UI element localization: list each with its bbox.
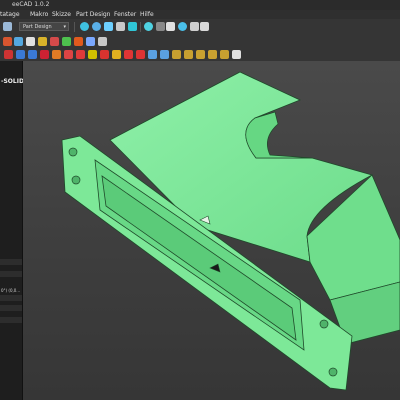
stereo-icon[interactable] (166, 22, 175, 31)
view-dropdown-icon[interactable] (116, 22, 125, 31)
sketch-icon[interactable] (4, 50, 13, 59)
3d-model[interactable] (23, 61, 400, 400)
part-toolbar (0, 34, 400, 49)
placement-value: 0°) (0,0... (1, 288, 21, 293)
model-cutout (245, 111, 313, 159)
mirror-icon[interactable] (220, 50, 229, 59)
revolution-icon[interactable] (100, 50, 109, 59)
combo-view-panel (0, 61, 23, 400)
new-body-icon[interactable] (3, 37, 12, 46)
property-row[interactable] (0, 305, 22, 311)
draw-style-icon[interactable] (144, 22, 153, 31)
workbench-selector-value: Part Design (23, 24, 52, 30)
hole-icon[interactable] (148, 50, 157, 59)
thickness-icon[interactable] (208, 50, 217, 59)
mount-hole-top-left (68, 147, 78, 157)
menu-item-help[interactable]: Hilfe (140, 10, 154, 19)
toolbar-separator (140, 22, 141, 32)
clone-icon[interactable] (76, 50, 85, 59)
menu-item-sketch[interactable]: Skizze (52, 10, 71, 19)
link-blue-icon[interactable] (86, 37, 95, 46)
property-row[interactable] (0, 317, 22, 323)
link-icon[interactable] (50, 37, 59, 46)
link-green-icon[interactable] (62, 37, 71, 46)
toolbar-separator (74, 22, 75, 32)
mount-hole-top-right (319, 319, 329, 329)
title-bar: eeCAD 1.0.2 (0, 0, 400, 10)
shape-binder-icon[interactable] (64, 50, 73, 59)
groove-icon[interactable] (160, 50, 169, 59)
3d-viewport[interactable] (23, 61, 400, 400)
refresh-icon[interactable] (3, 22, 12, 31)
mount-hole-bottom-left (71, 175, 81, 185)
chamfer-icon[interactable] (184, 50, 193, 59)
pipe-icon[interactable] (124, 50, 133, 59)
group-icon[interactable] (38, 37, 47, 46)
draft-icon[interactable] (196, 50, 205, 59)
linear-pattern-icon[interactable] (232, 50, 241, 59)
pad-icon[interactable] (88, 50, 97, 59)
menu-item-macro[interactable]: Makro (30, 10, 48, 19)
menu-bar: tatage Makro Skizze Part Design Fenster … (0, 10, 400, 19)
zoom-fit-icon[interactable] (80, 22, 89, 31)
object-label: -SOLID (1, 78, 24, 85)
dropdown-icon[interactable] (190, 22, 199, 31)
dropdown-icon[interactable] (156, 22, 165, 31)
menu-item-window[interactable]: Fenster (114, 10, 136, 19)
menu-item-tools[interactable]: tatage (0, 10, 20, 19)
fillet-icon[interactable] (172, 50, 181, 59)
zoom-in-icon[interactable] (92, 22, 101, 31)
datum-icon[interactable] (16, 50, 25, 59)
datum-line-icon[interactable] (28, 50, 37, 59)
pocket-icon[interactable] (136, 50, 145, 59)
feature-toolbar (0, 48, 400, 62)
property-row[interactable] (0, 295, 22, 301)
document-icon[interactable] (26, 37, 35, 46)
main-toolbar: Part Design ▾ (0, 19, 400, 35)
menu-item-part-design[interactable]: Part Design (76, 10, 110, 19)
property-row[interactable] (0, 271, 22, 277)
loft-icon[interactable] (112, 50, 121, 59)
view-isometric-icon[interactable] (104, 22, 113, 31)
datum-plane-icon[interactable] (40, 50, 49, 59)
part-icon[interactable] (14, 37, 23, 46)
chevron-down-icon: ▾ (63, 24, 66, 30)
mount-hole-bottom-right (328, 367, 338, 377)
property-row[interactable] (0, 259, 22, 265)
measure-icon[interactable] (200, 22, 209, 31)
link-orange-icon[interactable] (74, 37, 83, 46)
view-front-icon[interactable] (128, 22, 137, 31)
window-title: eeCAD 1.0.2 (12, 1, 50, 8)
workbench-selector[interactable]: Part Design ▾ (19, 22, 69, 31)
zoom-selection-icon[interactable] (178, 22, 187, 31)
datum-point-icon[interactable] (52, 50, 61, 59)
dropdown-icon[interactable] (98, 37, 107, 46)
